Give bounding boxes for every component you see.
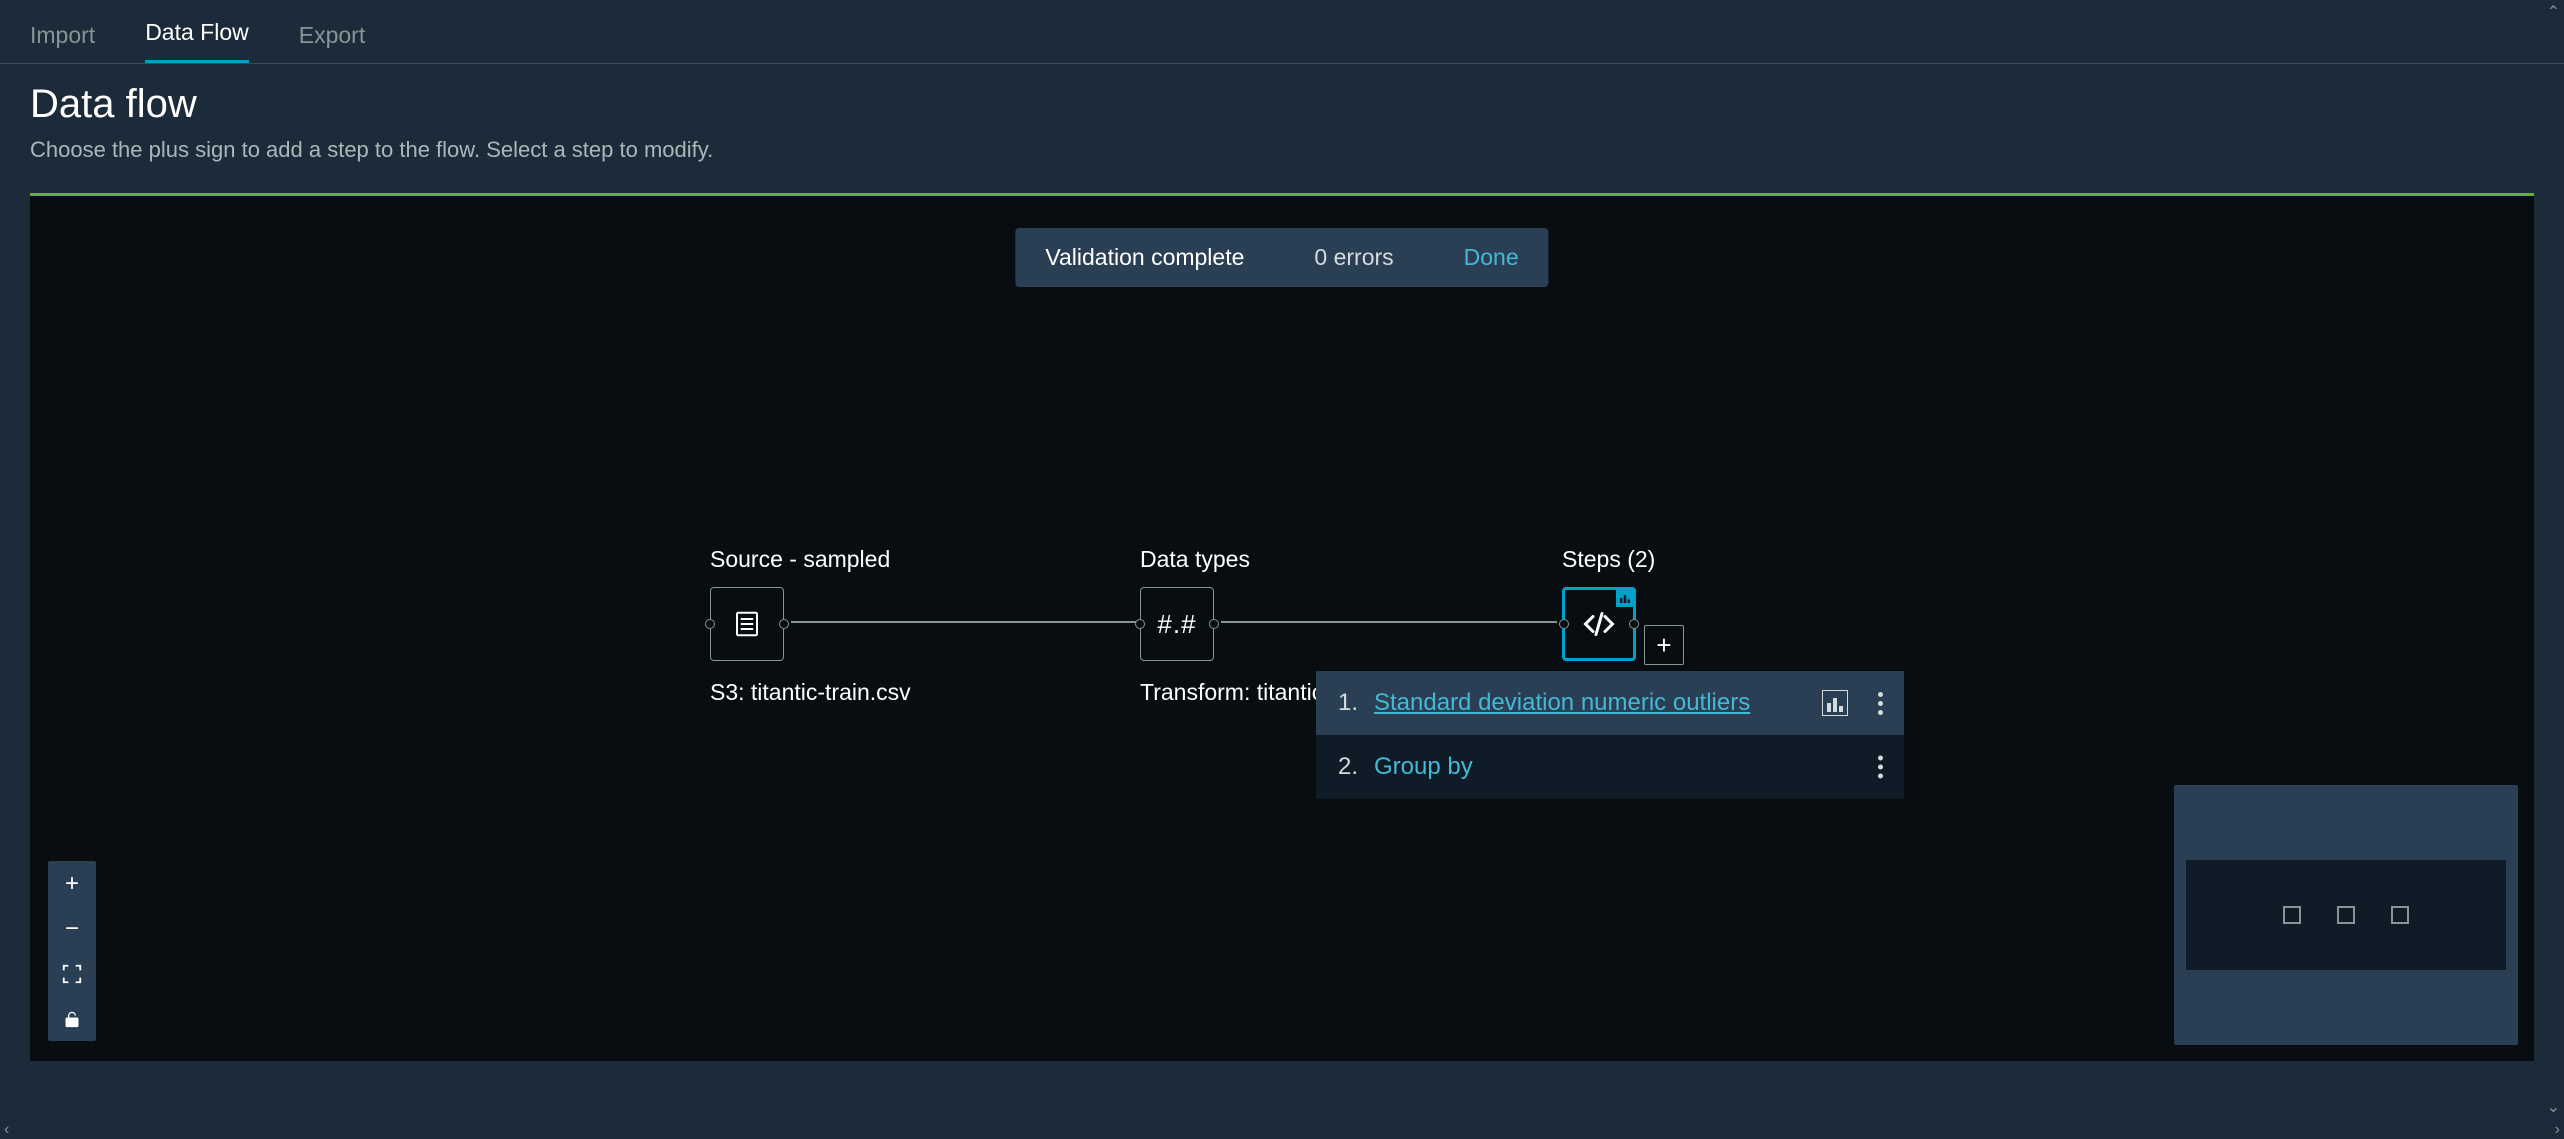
step-row-1[interactable]: 1. Standard deviation numeric outliers (1316, 671, 1904, 735)
page-title: Data flow (30, 82, 2534, 127)
code-icon (1581, 606, 1617, 642)
node-steps[interactable]: Steps (2) (1562, 546, 1655, 661)
add-step-button[interactable]: + (1644, 625, 1684, 665)
port-icon (1629, 619, 1639, 629)
lock-button[interactable] (48, 996, 96, 1041)
node-data-types[interactable]: Data types #.# Transform: titantic (1140, 546, 1323, 706)
page-subtitle: Choose the plus sign to add a step to th… (30, 137, 2534, 163)
toast-message: Validation complete (1045, 244, 1244, 271)
steps-popover: 1. Standard deviation numeric outliers 2… (1316, 671, 1904, 799)
minimap-node-icon (2283, 906, 2301, 924)
node-source-title: Source - sampled (710, 546, 911, 573)
toast-error-count: 0 errors (1314, 244, 1393, 271)
port-icon (1135, 619, 1145, 629)
flow-canvas[interactable]: Validation complete 0 errors Done Source… (30, 193, 2534, 1061)
kebab-menu-icon[interactable] (1872, 692, 1888, 715)
validation-toast: Validation complete 0 errors Done (1015, 228, 1548, 287)
node-source-subtitle: S3: titantic-train.csv (710, 679, 911, 706)
port-icon (1559, 619, 1569, 629)
scroll-left-icon[interactable]: ‹ (4, 1121, 9, 1139)
app-root: ⌃ Import Data Flow Export Data flow Choo… (0, 0, 2564, 1139)
tab-export[interactable]: Export (299, 4, 365, 63)
port-icon (1209, 619, 1219, 629)
lock-icon (62, 1009, 82, 1029)
page-header: Data flow Choose the plus sign to add a … (0, 64, 2564, 171)
fit-screen-button[interactable] (48, 951, 96, 996)
tab-data-flow[interactable]: Data Flow (145, 1, 249, 63)
step-number: 1. (1338, 689, 1364, 717)
node-steps-box[interactable] (1562, 587, 1636, 661)
chart-badge-icon (1616, 589, 1634, 607)
plus-icon: + (1656, 630, 1671, 661)
step-number: 2. (1338, 753, 1364, 781)
fullscreen-icon (61, 963, 83, 985)
step-row-2[interactable]: 2. Group by (1316, 735, 1904, 799)
port-icon (705, 619, 715, 629)
kebab-menu-icon[interactable] (1872, 756, 1888, 779)
tab-import[interactable]: Import (30, 4, 95, 63)
zoom-controls: + − (48, 861, 96, 1041)
node-datatypes-title: Data types (1140, 546, 1323, 573)
minus-icon: − (65, 915, 79, 943)
zoom-in-button[interactable]: + (48, 861, 96, 906)
node-steps-title: Steps (2) (1562, 546, 1655, 573)
step-link[interactable]: Standard deviation numeric outliers (1374, 689, 1750, 717)
collapse-up-caret[interactable]: ⌃ (2547, 2, 2560, 22)
horizontal-scrollbar[interactable]: ‹ › (0, 1121, 2564, 1139)
step-link[interactable]: Group by (1374, 753, 1473, 781)
tab-bar: Import Data Flow Export (0, 0, 2564, 64)
data-types-symbol: #.# (1157, 609, 1196, 640)
minimap-node-icon (2337, 906, 2355, 924)
node-datatypes-box[interactable]: #.# (1140, 587, 1214, 661)
minimap[interactable] (2174, 785, 2518, 1045)
node-source-box[interactable] (710, 587, 784, 661)
port-icon (779, 619, 789, 629)
toast-done-link[interactable]: Done (1464, 244, 1519, 271)
bar-chart-icon[interactable] (1822, 690, 1848, 716)
zoom-out-button[interactable]: − (48, 906, 96, 951)
minimap-node-icon (2391, 906, 2409, 924)
scroll-right-icon[interactable]: › (2555, 1121, 2560, 1139)
node-datatypes-subtitle: Transform: titantic (1140, 679, 1323, 706)
minimap-viewport (2186, 860, 2506, 970)
collapse-down-caret[interactable]: ⌄ (2547, 1097, 2560, 1117)
plus-icon: + (65, 870, 79, 898)
node-source[interactable]: Source - sampled S3: titantic-train.csv (710, 546, 911, 706)
file-icon (732, 609, 762, 639)
